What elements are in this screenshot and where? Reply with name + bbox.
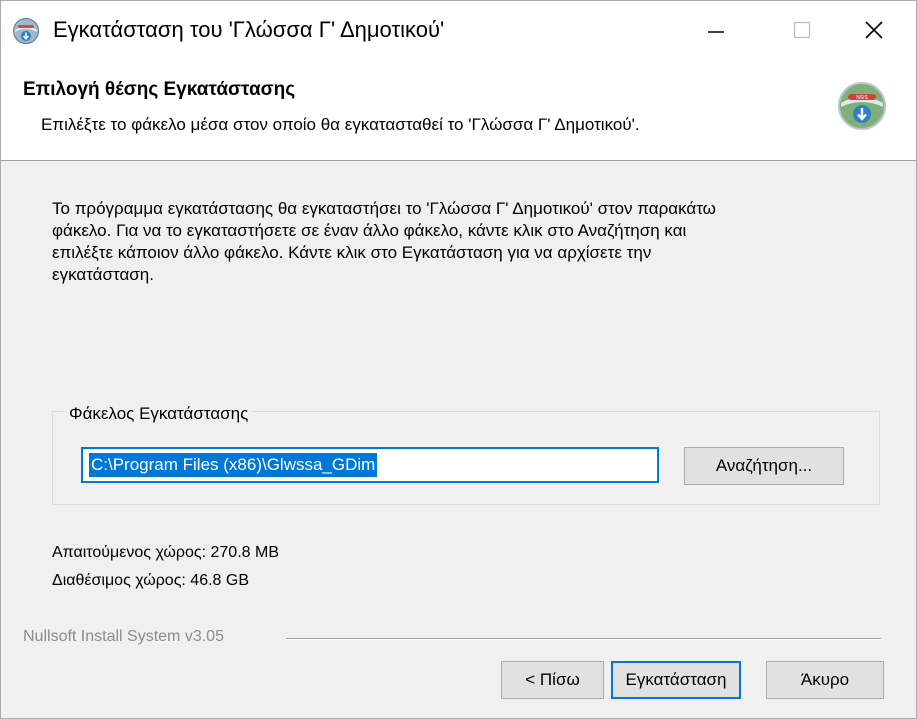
back-button[interactable]: < Πίσω [501, 661, 604, 699]
window-title: Εγκατάσταση του 'Γλώσσα Γ' Δημοτικού' [53, 17, 445, 42]
title-bar[interactable]: Εγκατάσταση του 'Γλώσσα Γ' Δημοτικού' [1, 1, 916, 59]
browse-button[interactable]: Αναζήτηση... [684, 447, 844, 485]
install-folder-group-label: Φάκελος Εγκατάστασης [65, 404, 253, 424]
installer-app-icon [13, 18, 39, 44]
minimize-icon [708, 31, 724, 33]
install-path-input[interactable]: C:\Program Files (x86)\Glwssa_GDim [81, 447, 659, 483]
space-available-label: Διαθέσιμος χώρος: 46.8 GB [52, 572, 249, 589]
description-line: εγκατάσταση. [52, 265, 154, 284]
description-text: Το πρόγραμμα εγκατάστασης θα εγκαταστήσε… [52, 198, 852, 286]
branding-divider [286, 638, 881, 640]
nsis-branding-text: Nullsoft Install System v3.05 [23, 628, 224, 645]
installer-window: Εγκατάσταση του 'Γλώσσα Γ' Δημοτικού' Επ… [0, 0, 917, 719]
close-icon [865, 21, 883, 39]
cancel-button[interactable]: Άκυρο [766, 661, 884, 699]
minimize-button[interactable] [673, 1, 759, 59]
maximize-icon [793, 21, 811, 39]
svg-text:NSIS: NSIS [856, 95, 868, 101]
close-button[interactable] [831, 1, 917, 59]
wizard-header: Επιλογή θέσης Εγκατάστασης Επιλέξτε το φ… [1, 59, 916, 161]
page-title: Επιλογή θέσης Εγκατάστασης [23, 79, 296, 100]
description-line: φάκελο. Για να το εγκαταστήσετε σε έναν … [52, 221, 687, 240]
description-line: Το πρόγραμμα εγκατάστασης θα εγκαταστήσε… [52, 199, 716, 218]
description-line: επιλέξτε κάποιον άλλο φάκελο. Κάντε κλικ… [52, 243, 652, 262]
space-required-label: Απαιτούμενος χώρος: 270.8 MB [52, 544, 279, 561]
page-subtitle: Επιλέξτε το φάκελο μέσα στον οποίο θα εγ… [41, 115, 640, 134]
install-path-value: C:\Program Files (x86)\Glwssa_GDim [89, 453, 378, 477]
install-button[interactable]: Εγκατάσταση [611, 661, 741, 699]
installer-logo-icon: NSIS [838, 82, 886, 130]
